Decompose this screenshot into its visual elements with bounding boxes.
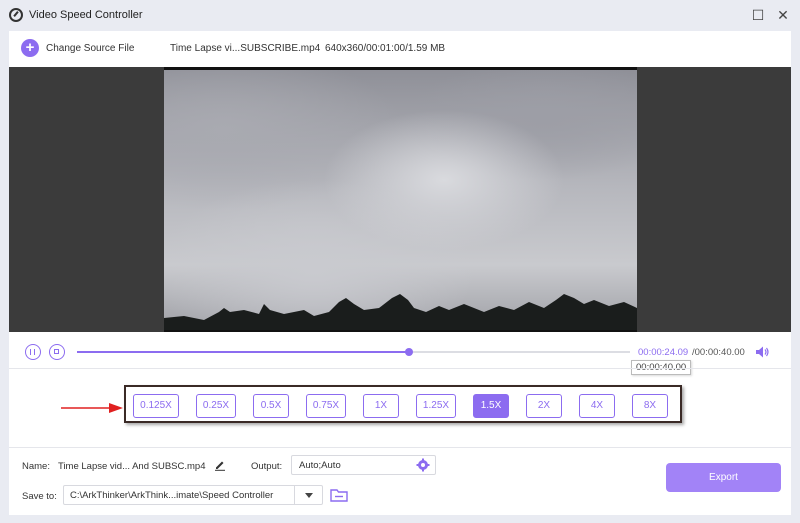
name-value: Time Lapse vid... And SUBSC.mp4	[58, 461, 206, 472]
speed-option-125x[interactable]: 1.25X	[416, 394, 456, 418]
change-source-button[interactable]: Change Source File	[46, 43, 134, 54]
save-path-value: C:\ArkThinker\ArkThink...imate\Speed Con…	[70, 490, 274, 501]
close-button[interactable]: ✕	[774, 6, 792, 24]
main-panel: + Change Source File Time Lapse vi...SUB…	[9, 31, 791, 515]
total-time: /00:00:40.00	[692, 347, 745, 358]
speed-option-15x[interactable]: 1.5X	[473, 394, 509, 418]
dropdown-arrow-icon[interactable]	[294, 486, 322, 504]
speed-option-4x[interactable]: 4X	[579, 394, 615, 418]
speed-option-075x[interactable]: 0.75X	[306, 394, 346, 418]
annotation-arrow-icon	[61, 403, 123, 413]
save-path-select[interactable]: C:\ArkThinker\ArkThink...imate\Speed Con…	[63, 485, 323, 505]
name-label: Name:	[22, 461, 50, 472]
export-button[interactable]: Export	[666, 463, 781, 492]
maximize-button[interactable]: ☐	[749, 6, 767, 24]
save-to-label: Save to:	[22, 491, 57, 502]
video-preview[interactable]	[164, 67, 637, 332]
speed-options: 0.125X 0.25X 0.5X 0.75X 1X 1.25X 1.5X 2X…	[124, 385, 682, 423]
folder-icon[interactable]	[330, 488, 348, 502]
current-time: 00:00:24.09	[638, 347, 689, 358]
add-icon[interactable]: +	[21, 39, 39, 57]
title-bar: Video Speed Controller ☐ ✕	[0, 0, 800, 30]
app-speed-icon	[9, 8, 23, 22]
progress-fill	[77, 351, 409, 353]
playback-controls: 00:00:24.09 /00:00:40.00 00:00:40.00	[9, 332, 791, 375]
video-treeline	[164, 294, 637, 330]
speed-option-0125x[interactable]: 0.125X	[133, 394, 179, 418]
output-label: Output:	[251, 461, 283, 472]
video-player	[9, 67, 791, 332]
output-format-field[interactable]: Auto;Auto	[291, 455, 436, 475]
toolbar: + Change Source File Time Lapse vi...SUB…	[9, 31, 791, 66]
divider	[9, 368, 791, 369]
speed-option-025x[interactable]: 0.25X	[196, 394, 236, 418]
stop-icon[interactable]	[49, 344, 65, 360]
edit-icon[interactable]	[214, 459, 226, 471]
volume-icon[interactable]	[755, 345, 769, 359]
output-settings: Name: Time Lapse vid... And SUBSC.mp4 Ou…	[9, 447, 791, 515]
pause-icon[interactable]	[25, 344, 41, 360]
file-name: Time Lapse vi...SUBSCRIBE.mp4	[170, 43, 321, 54]
output-value: Auto;Auto	[299, 460, 341, 471]
progress-slider[interactable]	[77, 348, 630, 356]
progress-handle[interactable]	[404, 348, 413, 356]
speed-option-1x[interactable]: 1X	[363, 394, 399, 418]
file-meta: 640x360/00:01:00/1.59 MB	[325, 43, 446, 54]
speed-option-05x[interactable]: 0.5X	[253, 394, 289, 418]
speed-option-8x[interactable]: 8X	[632, 394, 668, 418]
speed-option-2x[interactable]: 2X	[526, 394, 562, 418]
gear-icon[interactable]	[416, 458, 430, 472]
app-title: Video Speed Controller	[29, 9, 143, 21]
